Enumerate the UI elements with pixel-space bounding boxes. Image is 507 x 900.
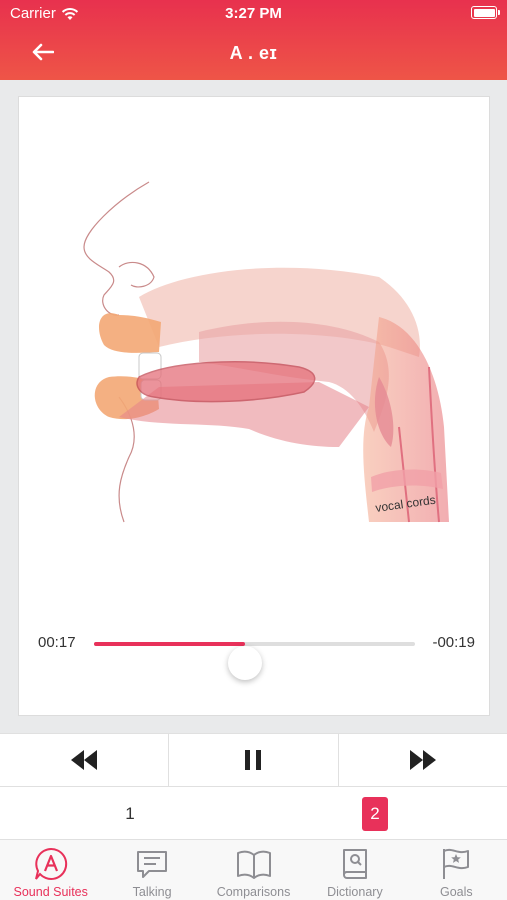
battery-icon <box>471 6 500 19</box>
tab-label: Comparisons <box>216 885 291 899</box>
header: Carrier 3:27 PM A . eɪ <box>0 0 507 80</box>
dictionary-icon <box>342 849 367 879</box>
mouth-diagram: vocal cords <box>83 181 449 523</box>
rewind-button[interactable] <box>0 734 170 786</box>
tab-sound-suites[interactable]: Sound Suites <box>0 840 101 900</box>
chat-icon <box>137 851 168 878</box>
tab-dictionary[interactable]: Dictionary <box>304 840 405 900</box>
status-bar: Carrier 3:27 PM <box>0 0 507 28</box>
remaining-time: -00:19 <box>432 634 475 651</box>
page-title: A . eɪ <box>229 43 278 63</box>
page-selector: 1 2 <box>0 787 507 840</box>
nostril-outline <box>118 261 155 288</box>
progress-fill <box>94 642 245 646</box>
tab-label: Goals <box>440 885 473 899</box>
book-icon <box>236 850 271 879</box>
fast-forward-icon <box>409 750 436 770</box>
pause-icon <box>245 750 262 770</box>
tongue <box>136 361 316 403</box>
tab-talking[interactable]: Talking <box>101 840 202 900</box>
playback-controls <box>0 733 507 787</box>
fast-forward-button[interactable] <box>339 734 507 786</box>
rewind-icon <box>71 750 98 770</box>
tab-bar: Sound Suites Talking Comparisons Diction… <box>0 840 507 900</box>
pause-button[interactable] <box>169 734 339 786</box>
tab-label: Dictionary <box>327 885 383 899</box>
page-button-2[interactable]: 2 <box>362 797 388 831</box>
tab-label: Sound Suites <box>13 885 88 899</box>
tab-label: Talking <box>132 885 172 899</box>
tab-goals[interactable]: Goals <box>406 840 507 900</box>
elapsed-time: 00:17 <box>38 634 76 651</box>
progress-thumb[interactable] <box>227 646 262 680</box>
sound-suites-icon <box>34 847 67 880</box>
flag-icon <box>443 848 470 879</box>
tab-comparisons[interactable]: Comparisons <box>203 840 304 900</box>
clock: 3:27 PM <box>225 5 282 22</box>
page-button-1[interactable]: 1 <box>117 797 143 831</box>
lesson-card: vocal cords 00:17 -00:19 <box>18 96 490 716</box>
progress-track[interactable] <box>94 642 415 680</box>
audio-player: 00:17 -00:19 <box>19 622 491 680</box>
